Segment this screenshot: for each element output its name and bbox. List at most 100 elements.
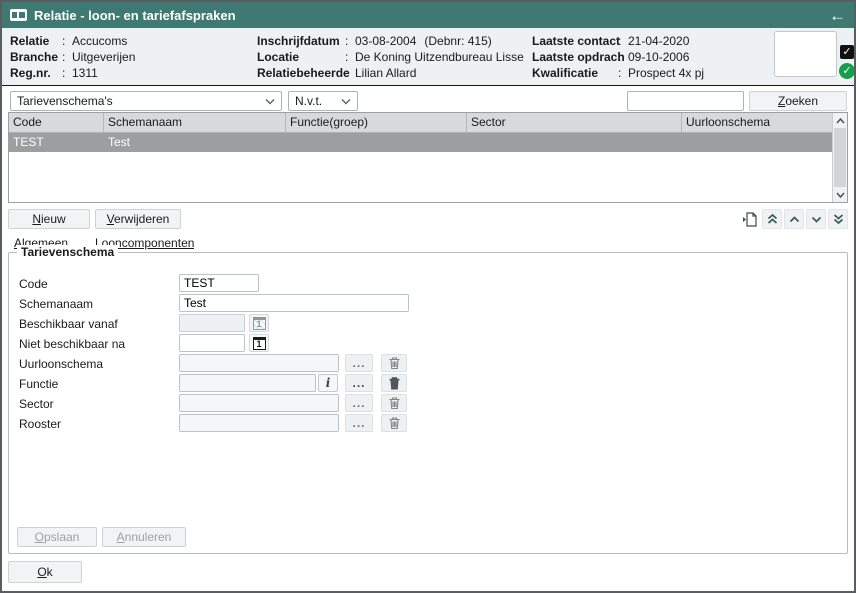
checked-checkbox-icon[interactable]: ✓: [840, 45, 854, 59]
zoeken-label: Zoeken: [778, 94, 818, 108]
first-record-button[interactable]: [762, 209, 782, 229]
calendar-icon: 1: [253, 317, 266, 330]
back-arrow-icon[interactable]: ←: [829, 7, 846, 24]
colon: :: [62, 65, 72, 81]
new-record-button[interactable]: [740, 209, 758, 229]
info-field-branche: Branche:Uitgeverijen: [10, 49, 135, 65]
column-header-code[interactable]: Code: [9, 113, 104, 132]
table-row-selected[interactable]: TEST Test: [9, 133, 832, 152]
rooster-browse-button[interactable]: ...: [345, 414, 373, 432]
sector-label: Sector: [19, 397, 54, 411]
field-extra: (Debnr: 415): [424, 34, 491, 48]
rooster-input[interactable]: [179, 414, 339, 432]
uurloonschema-clear-button[interactable]: [381, 354, 407, 372]
schemanaam-input[interactable]: [179, 294, 409, 312]
form-row-niet-beschikbaar-na: Niet beschikbaar na 1: [9, 334, 847, 354]
rooster-clear-button[interactable]: [381, 414, 407, 432]
field-value: 21-04-2020: [628, 34, 689, 48]
colon: :: [62, 33, 72, 49]
save-cancel-row: Opslaan Annuleren: [17, 527, 186, 547]
schema-table: Code Schemanaam Functie(groep) Sector Uu…: [8, 112, 848, 203]
functie-browse-button[interactable]: ...: [345, 374, 373, 392]
chevron-down-icon: [265, 98, 275, 105]
opslaan-button: Opslaan: [17, 527, 97, 547]
colon: :: [618, 49, 628, 65]
info-field-kwalificatie: Kwalificatie:Prospect 4x pj: [532, 65, 704, 81]
field-value: Uitgeverijen: [72, 50, 135, 64]
previous-record-button[interactable]: [784, 209, 804, 229]
relation-info-bar: Relatie:Accucoms Branche:Uitgeverijen Re…: [2, 28, 854, 86]
trash-icon-filled: [388, 376, 401, 390]
double-chevron-down-icon: [833, 214, 844, 224]
form-row-code: Code: [9, 274, 847, 294]
column-header-uurloonschema[interactable]: Uurloonschema: [682, 113, 832, 132]
next-record-button[interactable]: [806, 209, 826, 229]
rooster-label: Rooster: [19, 417, 61, 431]
filter-row: Tarievenschema's N.v.t. Zoeken: [2, 86, 854, 114]
verwijderen-button[interactable]: Verwijderen: [95, 209, 181, 229]
list-actions-row: Nieuw Verwijderen: [2, 209, 854, 233]
cell-code: TEST: [9, 133, 104, 152]
form-row-schemanaam: Schemanaam: [9, 294, 847, 314]
sector-clear-button[interactable]: [381, 394, 407, 412]
scroll-down-button[interactable]: [833, 187, 848, 202]
status-select[interactable]: N.v.t.: [288, 91, 358, 111]
niet-beschikbaar-na-input[interactable]: [179, 334, 245, 352]
functie-input[interactable]: [179, 374, 316, 392]
sector-input[interactable]: [179, 394, 339, 412]
cell-uurloonschema: [682, 133, 832, 152]
field-label: Relatiebeheerde: [257, 65, 345, 81]
code-label: Code: [19, 277, 48, 291]
table-scrollbar[interactable]: [832, 113, 847, 202]
scrollbar-thumb[interactable]: [834, 128, 846, 187]
sector-browse-button[interactable]: ...: [345, 394, 373, 412]
code-input[interactable]: [179, 274, 259, 292]
niet-beschikbaar-na-calendar-button[interactable]: 1: [249, 334, 269, 352]
schema-type-select[interactable]: Tarievenschema's: [10, 91, 282, 111]
field-label: Locatie: [257, 49, 345, 65]
status-value: N.v.t.: [295, 94, 337, 108]
groupbox-legend: Tarievenschema: [17, 245, 118, 259]
info-field-locatie: Locatie:De Koning Uitzendbureau Lisse: [257, 49, 524, 65]
photo-placeholder: [774, 31, 837, 77]
uurloonschema-browse-button[interactable]: ...: [345, 354, 373, 372]
verwijderen-label: Verwijderen: [107, 212, 170, 226]
field-value: Accucoms: [72, 34, 127, 48]
search-input[interactable]: [627, 91, 744, 111]
schema-type-value: Tarievenschema's: [17, 94, 261, 108]
annuleren-button: Annuleren: [102, 527, 186, 547]
form-row-rooster: Rooster ...: [9, 414, 847, 434]
nieuw-button[interactable]: Nieuw: [8, 209, 90, 229]
app-window: Relatie - loon- en tariefafspraken ← Rel…: [0, 0, 856, 593]
scroll-up-button[interactable]: [833, 113, 848, 128]
status-ok-icon: ✓: [839, 63, 855, 79]
colon: :: [345, 65, 355, 81]
tarievenschema-groupbox: Tarievenschema Code Schemanaam Beschikba…: [8, 252, 848, 554]
field-label: Inschrijfdatum: [257, 33, 345, 49]
cell-functie: [286, 133, 467, 152]
zoeken-button[interactable]: Zoeken: [749, 91, 847, 111]
opslaan-label: Opslaan: [35, 530, 80, 544]
functie-label: Functie: [19, 377, 58, 391]
colon: :: [618, 33, 628, 49]
last-record-button[interactable]: [828, 209, 848, 229]
table-header-row: Code Schemanaam Functie(groep) Sector Uu…: [9, 113, 832, 133]
field-value: 03-08-2004: [355, 34, 416, 48]
titlebar: Relatie - loon- en tariefafspraken ←: [2, 2, 854, 28]
functie-clear-button[interactable]: [381, 374, 407, 392]
beschikbaar-vanaf-label: Beschikbaar vanaf: [19, 317, 118, 331]
trash-icon: [388, 416, 401, 430]
field-label: Laatste opdrach: [532, 49, 618, 65]
uurloonschema-input[interactable]: [179, 354, 339, 372]
new-page-icon: [742, 212, 757, 227]
ok-button[interactable]: Ok: [8, 561, 82, 583]
field-value: 1311: [72, 66, 98, 80]
info-field-relatiebeheerder: Relatiebeheerde:Lilian Allard: [257, 65, 524, 81]
form-row-beschikbaar-vanaf: Beschikbaar vanaf 1: [9, 314, 847, 334]
field-value: Prospect 4x pj: [628, 66, 704, 80]
column-header-sector[interactable]: Sector: [467, 113, 682, 132]
column-header-functiegroep[interactable]: Functie(groep): [286, 113, 467, 132]
column-header-schemanaam[interactable]: Schemanaam: [104, 113, 286, 132]
cell-schemanaam: Test: [104, 133, 286, 152]
functie-info-button[interactable]: i: [318, 374, 338, 392]
